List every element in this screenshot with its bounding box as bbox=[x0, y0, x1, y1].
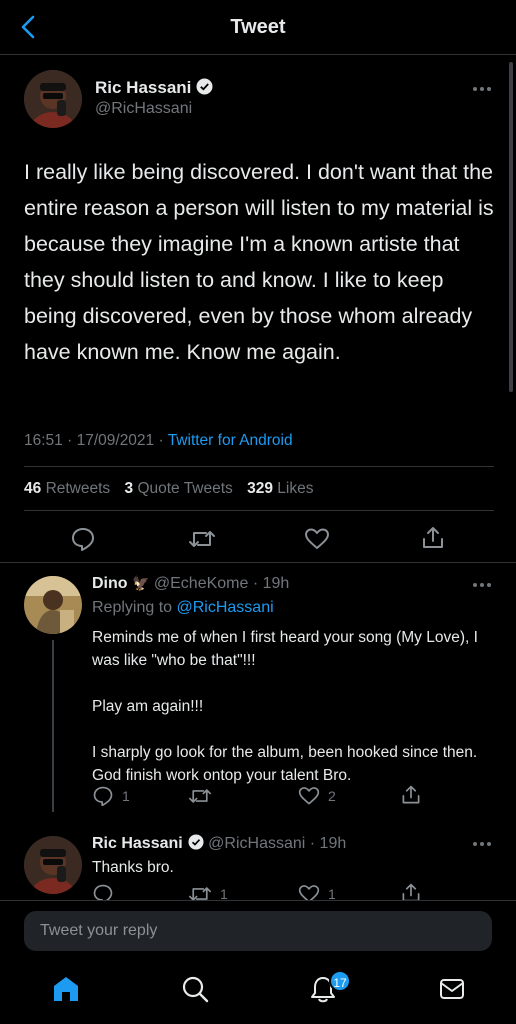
home-icon bbox=[54, 977, 78, 1001]
divider bbox=[24, 510, 494, 511]
author-name[interactable]: Ric Hassani bbox=[95, 78, 213, 98]
reply-author-handle: @EcheKome bbox=[153, 575, 249, 592]
reply-avatar[interactable] bbox=[24, 836, 82, 894]
retweet-icon bbox=[189, 531, 215, 547]
notifications-badge: 17 bbox=[329, 970, 351, 992]
scrollbar[interactable] bbox=[509, 62, 513, 392]
tweet-time: 16:51 bbox=[24, 432, 63, 449]
author-avatar[interactable] bbox=[24, 70, 82, 128]
reply-text: Reminds me of when I first heard your so… bbox=[92, 629, 478, 784]
reply-author-name[interactable]: Ric Hassani @RicHassani · 19h bbox=[92, 834, 346, 853]
likes-stat[interactable]: 329 Likes bbox=[247, 480, 313, 497]
reply-button[interactable] bbox=[70, 526, 96, 552]
tweet-date: 17/09/2021 bbox=[76, 432, 155, 449]
retweets-stat[interactable]: 46 Retweets bbox=[24, 480, 110, 497]
reply-avatar[interactable] bbox=[24, 576, 82, 634]
section-divider bbox=[0, 562, 516, 563]
divider bbox=[24, 466, 494, 467]
tweet-stats: 46 Retweets 3 Quote Tweets 329 Likes bbox=[24, 480, 323, 498]
reply-icon bbox=[93, 786, 113, 807]
search-icon bbox=[182, 976, 209, 1003]
retweet-button[interactable] bbox=[188, 785, 220, 807]
tweet-actions bbox=[24, 524, 494, 554]
more-options-icon[interactable] bbox=[473, 582, 493, 588]
like-button[interactable]: 2 bbox=[298, 785, 336, 807]
retweet-button[interactable] bbox=[188, 526, 216, 552]
replying-to-link[interactable]: @RicHassani bbox=[177, 599, 274, 616]
eagle-emoji: 🦅 bbox=[132, 575, 150, 591]
tweet-meta: 16:51 · 17/09/2021 · Twitter for Android bbox=[24, 432, 293, 449]
quote-tweets-stat[interactable]: 3 Quote Tweets bbox=[125, 480, 233, 497]
reply-button[interactable]: 1 bbox=[92, 785, 130, 807]
share-icon bbox=[423, 527, 443, 548]
thread-line bbox=[52, 640, 54, 812]
share-button[interactable] bbox=[400, 784, 422, 806]
reply-author-handle: @RicHassani bbox=[208, 835, 306, 852]
share-button[interactable] bbox=[420, 525, 446, 551]
verified-badge-icon bbox=[188, 834, 204, 850]
share-icon bbox=[402, 785, 420, 804]
reply-author-name[interactable]: Dino 🦅 @EcheKome · 19h bbox=[92, 575, 289, 593]
reply-composer-input[interactable]: Tweet your reply bbox=[24, 911, 492, 951]
heart-icon bbox=[298, 787, 320, 805]
replying-to: Replying to @RicHassani bbox=[92, 599, 274, 616]
reply-text: Thanks bro. bbox=[92, 859, 174, 876]
tweet-source-link[interactable]: Twitter for Android bbox=[168, 432, 293, 449]
heart-icon bbox=[305, 528, 329, 549]
messages-icon bbox=[440, 979, 464, 999]
nav-home[interactable] bbox=[51, 974, 81, 1004]
more-options-icon[interactable] bbox=[473, 86, 493, 92]
page-title: Tweet bbox=[230, 16, 286, 38]
verified-badge-icon bbox=[196, 78, 213, 95]
reply-time: · 19h bbox=[309, 835, 347, 852]
retweet-icon bbox=[189, 789, 211, 803]
author-handle[interactable]: @RicHassani bbox=[95, 100, 192, 118]
nav-messages[interactable] bbox=[437, 974, 467, 1004]
like-button[interactable] bbox=[304, 526, 330, 552]
top-bar: Tweet bbox=[0, 0, 516, 55]
more-options-icon[interactable] bbox=[473, 841, 493, 847]
tweet-text: I really like being discovered. I don't … bbox=[24, 160, 494, 364]
nav-search[interactable] bbox=[180, 974, 210, 1004]
reply-icon bbox=[72, 528, 94, 551]
reply-time: · 19h bbox=[252, 575, 290, 592]
